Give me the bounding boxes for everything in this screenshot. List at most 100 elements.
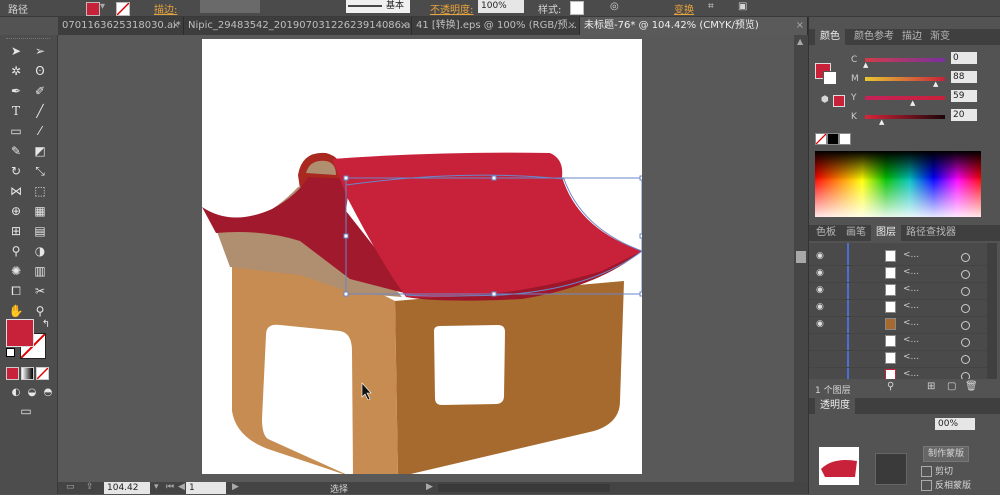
channel-k-marker[interactable]: ▲ (879, 118, 884, 126)
type-tool-icon[interactable]: T (8, 103, 24, 119)
opacity-label[interactable]: 不透明度: (430, 1, 473, 16)
target-icon[interactable] (961, 321, 970, 330)
tab-color[interactable]: 颜色 (815, 29, 845, 45)
new-sublayer-icon[interactable]: ⊞ (927, 381, 935, 392)
zoom-dropdown-icon[interactable]: ▾ (154, 482, 159, 492)
opacity-field[interactable]: 100% (478, 0, 524, 13)
lasso-tool-icon[interactable]: ʘ (32, 63, 48, 79)
eye-icon[interactable]: ◉ (816, 302, 828, 312)
export-icon[interactable]: ⇪ (86, 482, 94, 492)
gradient-mode-icon[interactable] (21, 367, 34, 380)
layer-row[interactable]: <... (809, 333, 987, 351)
close-icon[interactable]: × (400, 17, 408, 35)
make-mask-button[interactable]: 制作蒙版 (923, 446, 970, 462)
column-graph-tool-icon[interactable]: ▥ (32, 263, 48, 279)
channel-y-slider[interactable] (865, 96, 945, 100)
pencil-tool-icon[interactable]: ✎ (8, 143, 24, 159)
target-icon[interactable] (961, 355, 970, 364)
target-icon[interactable] (961, 372, 970, 379)
layer-row[interactable]: ◉ <... (809, 282, 987, 300)
close-icon[interactable]: × (568, 17, 576, 35)
transform-label[interactable]: 变换 (674, 1, 694, 16)
tab-transparency[interactable]: 透明度 (815, 398, 855, 414)
target-icon[interactable] (961, 270, 970, 279)
out-of-gamut-icon[interactable]: ⬢ (821, 95, 829, 105)
target-icon[interactable] (961, 287, 970, 296)
mask-thumbnail[interactable] (819, 447, 859, 485)
scroll-up-icon[interactable]: ▲ (797, 37, 803, 46)
pen-tool-icon[interactable]: ✒ (8, 83, 24, 99)
fill-swatch[interactable] (86, 2, 100, 16)
target-icon[interactable] (961, 304, 970, 313)
artboard[interactable] (202, 39, 642, 474)
color-mode-icon[interactable] (6, 367, 19, 380)
rotate-tool-icon[interactable]: ↻ (8, 163, 24, 179)
graphic-style-swatch[interactable] (570, 1, 584, 15)
draw-behind-icon[interactable]: ◒ (24, 385, 40, 401)
panel-stroke-swatch[interactable] (823, 71, 837, 85)
eraser-tool-icon[interactable]: ◩ (32, 143, 48, 159)
artboard-nav-icon[interactable]: ▭ (66, 482, 75, 492)
status-menu-icon[interactable]: ▶ (426, 482, 433, 492)
first-artboard-icon[interactable]: ⏮ (166, 482, 174, 492)
isolate-icon[interactable]: ▣ (738, 1, 747, 12)
eye-icon[interactable]: ◉ (816, 319, 828, 329)
new-layer-icon[interactable]: ▢ (947, 381, 956, 392)
stroke-label[interactable]: 描边: (154, 1, 177, 16)
slice-tool-icon[interactable]: ✂ (32, 283, 48, 299)
scale-tool-icon[interactable]: ⤡ (32, 163, 48, 179)
tab-swatches[interactable]: 色板 (811, 225, 841, 241)
transparency-opacity-field[interactable]: 00% (935, 418, 975, 430)
hand-tool-icon[interactable]: ✋ (8, 303, 24, 319)
rectangle-tool-icon[interactable]: ▭ (8, 123, 24, 139)
white-swatch[interactable] (839, 133, 851, 145)
artboard-tool-icon[interactable]: ⧠ (8, 283, 24, 299)
tab-document-active[interactable]: 未标题-76* @ 104.42% (CMYK/预览) × (580, 17, 808, 35)
eye-icon[interactable]: ◉ (816, 285, 828, 295)
draw-inside-icon[interactable]: ◓ (40, 385, 56, 401)
gradient-tool-icon[interactable]: ▤ (32, 223, 48, 239)
layers-scrollbar[interactable] (987, 243, 997, 379)
layer-row[interactable]: ◉ <... (809, 265, 987, 283)
curvature-tool-icon[interactable]: ✐ (32, 83, 48, 99)
zoom-field[interactable]: 104.42 (104, 482, 150, 494)
channel-y-value[interactable]: 59 (951, 90, 977, 102)
invert-mask-checkbox[interactable] (921, 480, 932, 491)
channel-m-value[interactable]: 88 (951, 71, 977, 83)
stroke-swatch[interactable] (116, 2, 130, 16)
tab-document-1[interactable]: 0701163625318030.ai* × (58, 17, 184, 35)
paintbrush-tool-icon[interactable]: ⁄ (32, 123, 48, 139)
fill-color-box[interactable] (6, 319, 34, 347)
gamut-swatch[interactable] (833, 95, 845, 107)
tab-color-guide[interactable]: 颜色参考 (849, 29, 899, 45)
tab-brushes[interactable]: 画笔 (841, 225, 871, 241)
channel-c-marker[interactable]: ▲ (863, 61, 868, 69)
recolor-icon[interactable]: ◎ (610, 1, 619, 12)
target-icon[interactable] (961, 253, 970, 262)
tab-pathfinder[interactable]: 路径查找器 (901, 225, 961, 241)
channel-m-marker[interactable]: ▲ (933, 80, 938, 88)
channel-c-value[interactable]: 0 (951, 52, 977, 64)
symbol-sprayer-tool-icon[interactable]: ✺ (8, 263, 24, 279)
layer-row[interactable]: <... (809, 350, 987, 368)
page-field[interactable]: 1 (186, 482, 226, 494)
shape-builder-tool-icon[interactable]: ⊕ (8, 203, 24, 219)
layer-row[interactable]: ◉ <... (809, 248, 987, 266)
channel-k-slider[interactable] (865, 115, 945, 119)
draw-normal-icon[interactable]: ◐ (8, 385, 24, 401)
channel-c-slider[interactable] (865, 58, 945, 62)
close-icon[interactable]: × (172, 17, 180, 35)
layer-row[interactable]: <... (809, 367, 987, 379)
tab-document-2[interactable]: Nipic_29483542_20190703122623914086.ai* × (184, 17, 412, 35)
layer-row[interactable]: ◉ <... (809, 299, 987, 317)
prev-artboard-icon[interactable]: ◀ (178, 482, 185, 492)
eye-icon[interactable]: ◉ (816, 268, 828, 278)
default-colors-icon[interactable] (6, 348, 15, 357)
horizontal-scrollbar[interactable] (438, 484, 610, 492)
selection-tool-icon[interactable]: ➤ (8, 43, 24, 59)
scrollbar-thumb[interactable] (796, 251, 806, 263)
magic-wand-tool-icon[interactable]: ✲ (8, 63, 24, 79)
trash-icon[interactable]: 🗑 (965, 381, 978, 392)
blend-tool-icon[interactable]: ◑ (32, 243, 48, 259)
screen-mode-icon[interactable]: ▭ (18, 403, 34, 419)
